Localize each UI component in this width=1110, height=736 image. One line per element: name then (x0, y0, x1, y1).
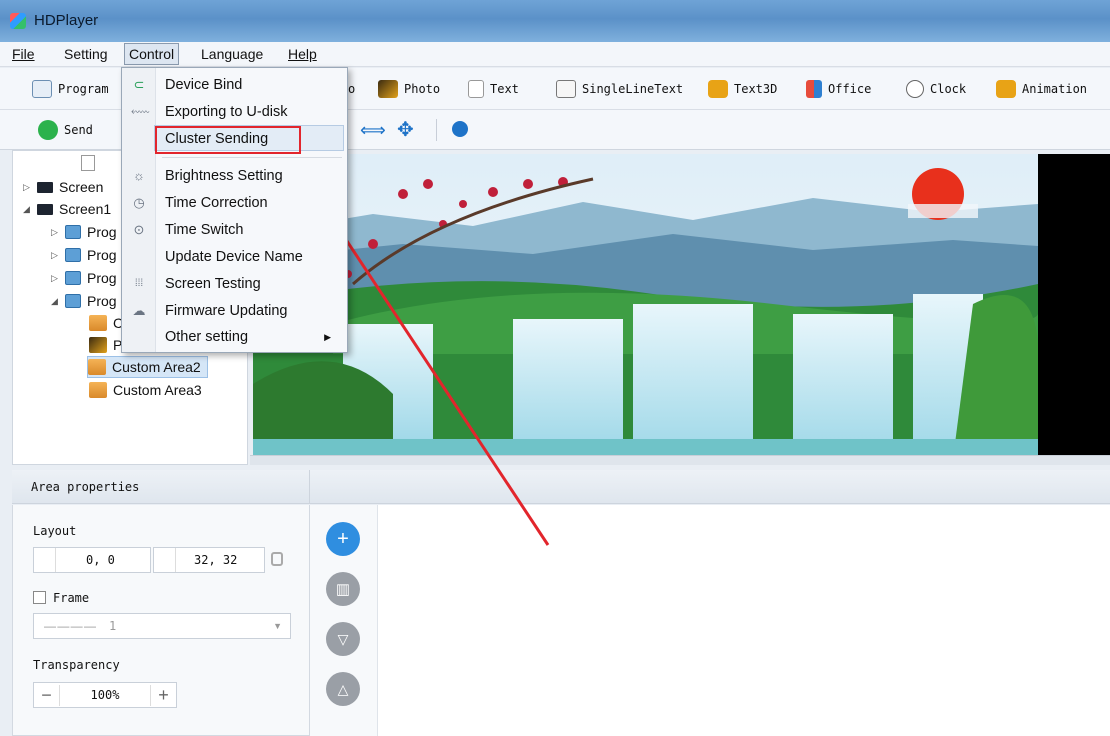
switch-icon: ⊙ (133, 222, 145, 237)
menu-item-time-correction[interactable]: ◷ Time Correction (122, 190, 347, 216)
menu-item-firmware-updating[interactable]: ☁ Firmware Updating (122, 298, 347, 324)
menu-divider (162, 157, 342, 158)
menu-item-device-bind[interactable]: ⊂ Device Bind (122, 72, 347, 98)
submenu-arrow-icon: ▶ (324, 331, 331, 342)
dots-icon: ⁞⁞⁞ (134, 278, 144, 289)
menu-item-other-setting[interactable]: Other setting ▶ (122, 324, 347, 350)
clock-icon: ◷ (133, 195, 145, 210)
bulb-icon: ☼ (133, 168, 145, 183)
usb-icon: ⬳ (131, 104, 150, 119)
menu-item-screen-testing[interactable]: ⁞⁞⁞ Screen Testing (122, 271, 347, 297)
control-menu-dropdown: ⊂ Device Bind ⬳ Exporting to U-disk Clus… (121, 67, 348, 353)
highlight-box (155, 126, 301, 154)
magnet-icon: ⊂ (133, 77, 145, 92)
cloud-icon: ☁ (132, 303, 146, 318)
menu-item-update-device-name[interactable]: Update Device Name (122, 244, 347, 270)
menu-item-time-switch[interactable]: ⊙ Time Switch (122, 217, 347, 243)
menu-item-brightness-setting[interactable]: ☼ Brightness Setting (122, 163, 347, 189)
menu-item-export-udisk[interactable]: ⬳ Exporting to U-disk (122, 99, 347, 125)
